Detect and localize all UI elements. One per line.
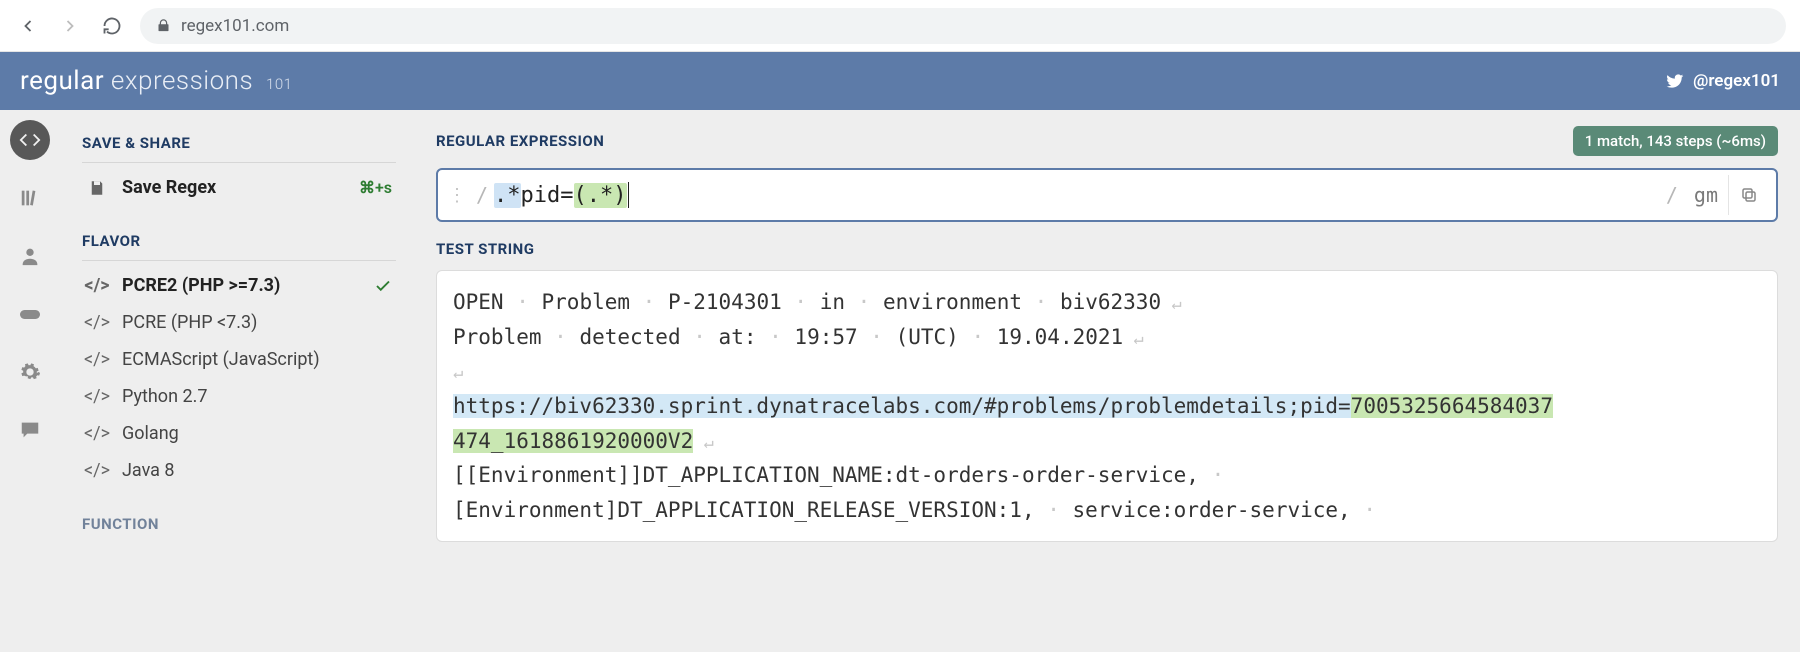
match-group-a: 7005325664584037 — [1351, 394, 1553, 418]
rail-debugger[interactable] — [10, 294, 50, 334]
code-tag-icon: </> — [84, 423, 110, 444]
match-full: https://biv62330.sprint.dynatracelabs.co… — [453, 394, 1351, 418]
flavor-pcre[interactable]: </> PCRE (PHP <7.3) — [82, 304, 396, 341]
test-line-1: OPEN · Problem · P-2104301 · in · enviro… — [453, 285, 1761, 320]
back-button[interactable] — [14, 12, 42, 40]
rail-settings[interactable] — [10, 352, 50, 392]
address-bar[interactable]: regex101.com — [140, 8, 1786, 44]
gamepad-icon — [18, 302, 42, 326]
regex-pattern[interactable]: .*pid=(.*) — [494, 182, 1660, 208]
code-tag-icon: </> — [84, 275, 109, 296]
sidebar: SAVE & SHARE Save Regex ⌘+s FLAVOR </> P… — [60, 110, 418, 652]
regex-frag-plain: pid= — [521, 183, 574, 208]
save-regex-item[interactable]: Save Regex ⌘+s — [82, 169, 396, 206]
text-cursor — [628, 182, 629, 208]
chat-icon — [19, 419, 41, 441]
regex-flags[interactable]: gm — [1684, 183, 1728, 207]
twitter-handle: @regex101 — [1693, 71, 1780, 91]
reload-button[interactable] — [98, 12, 126, 40]
site-logo[interactable]: regular expressions 101 — [20, 66, 292, 96]
logo-word-1: regular — [20, 66, 104, 96]
browser-toolbar: regex101.com — [0, 0, 1800, 52]
address-url: regex101.com — [181, 16, 289, 36]
rail-account[interactable] — [10, 236, 50, 276]
check-icon — [374, 277, 392, 295]
flavor-ecmascript[interactable]: </> ECMAScript (JavaScript) — [82, 341, 396, 378]
test-line-5: [Environment]DT_APPLICATION_RELEASE_VERS… — [453, 493, 1761, 528]
arrow-right-icon — [60, 16, 80, 36]
main: REGULAR EXPRESSION 1 match, 143 steps (~… — [418, 110, 1800, 652]
logo-word-2: expressions — [111, 66, 253, 96]
regex-frag-1: .* — [494, 183, 521, 208]
lock-icon — [156, 18, 171, 33]
save-regex-shortcut: ⌘+s — [359, 178, 392, 197]
match-status-badge: 1 match, 143 steps (~6ms) — [1573, 126, 1778, 156]
flavor-label: Golang — [122, 423, 179, 444]
flavor-label: PCRE2 (PHP >=7.3) — [122, 275, 280, 296]
flavor-label: PCRE (PHP <7.3) — [122, 312, 257, 333]
copy-regex-button[interactable] — [1728, 175, 1768, 215]
code-tag-icon: </> — [84, 349, 110, 370]
test-line-2: Problem · detected · at: · 19:57 · (UTC)… — [453, 320, 1761, 355]
flavor-label: Python 2.7 — [122, 386, 207, 407]
flavor-pcre2[interactable]: </> PCRE2 (PHP >=7.3) — [82, 267, 396, 304]
match-group-b: 474_1618861920000V2 — [453, 429, 693, 453]
regex-open-delim: / — [470, 183, 494, 207]
library-icon — [19, 187, 41, 209]
test-string-heading: TEST STRING — [436, 240, 1778, 258]
flavor-golang[interactable]: </> Golang — [82, 415, 396, 452]
regex-heading: REGULAR EXPRESSION — [436, 132, 604, 150]
function-heading: FUNCTION — [82, 507, 396, 543]
reload-icon — [102, 16, 122, 36]
save-icon — [88, 179, 106, 197]
regex-input[interactable]: ⋮ / .*pid=(.*) / gm — [436, 168, 1778, 222]
regex-frag-2: (.*) — [574, 183, 627, 208]
user-icon — [19, 245, 41, 267]
rail-chat[interactable] — [10, 410, 50, 450]
logo-sub: 101 — [266, 75, 292, 93]
twitter-icon — [1665, 71, 1685, 91]
twitter-link[interactable]: @regex101 — [1665, 71, 1780, 91]
left-rail — [0, 110, 60, 652]
flavor-heading: FLAVOR — [82, 224, 396, 261]
flavor-label: ECMAScript (JavaScript) — [122, 349, 320, 370]
flavor-python[interactable]: </> Python 2.7 — [82, 378, 396, 415]
test-line-3b: 474_1618861920000V2 ↵ — [453, 424, 1761, 459]
code-tag-icon: </> — [84, 386, 110, 407]
flavor-java[interactable]: </> Java 8 — [82, 452, 396, 489]
rail-regex-editor[interactable] — [10, 120, 50, 160]
gear-icon — [19, 361, 41, 383]
flavor-label: Java 8 — [122, 460, 175, 481]
rail-library[interactable] — [10, 178, 50, 218]
arrow-left-icon — [18, 16, 38, 36]
app-body: SAVE & SHARE Save Regex ⌘+s FLAVOR </> P… — [0, 110, 1800, 652]
regex-close-delim: / — [1660, 183, 1684, 207]
save-regex-label: Save Regex — [122, 177, 216, 198]
test-line-4: [[Environment]]DT_APPLICATION_NAME:dt-or… — [453, 458, 1761, 493]
site-header: regular expressions 101 @regex101 — [0, 52, 1800, 110]
code-icon — [19, 129, 41, 151]
test-string-input[interactable]: OPEN · Problem · P-2104301 · in · enviro… — [436, 270, 1778, 542]
test-line-blank: ↵ — [453, 354, 1761, 389]
drag-handle-icon[interactable]: ⋮ — [448, 185, 470, 206]
code-tag-icon: </> — [84, 312, 110, 333]
save-share-heading: SAVE & SHARE — [82, 126, 396, 163]
code-tag-icon: </> — [84, 460, 110, 481]
test-line-3: https://biv62330.sprint.dynatracelabs.co… — [453, 389, 1761, 424]
forward-button[interactable] — [56, 12, 84, 40]
copy-icon — [1740, 186, 1758, 204]
